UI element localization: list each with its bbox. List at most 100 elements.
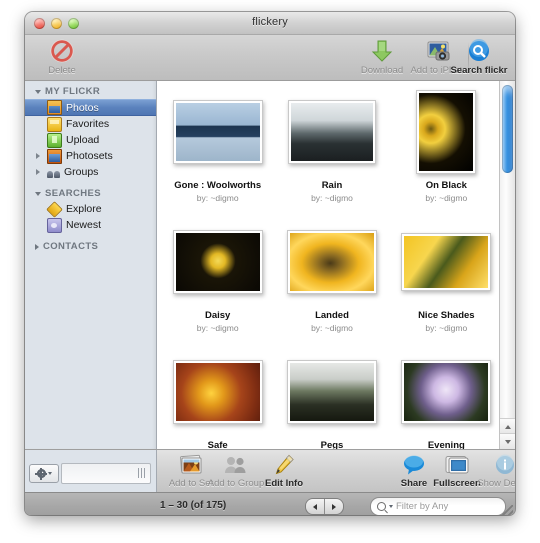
photo-cell[interactable]: Pegs — [278, 349, 385, 449]
scrollbar-thumb[interactable] — [502, 85, 513, 173]
photo-image — [175, 103, 260, 161]
filter-search-field[interactable]: Filter by Any — [370, 497, 506, 515]
sidebar-item-upload[interactable]: Upload — [25, 132, 156, 148]
gear-action-menu[interactable] — [29, 464, 59, 483]
thumbnail-container — [416, 89, 477, 175]
photo-image — [175, 363, 260, 421]
thumbnail-container — [172, 219, 263, 305]
pencil-icon — [273, 452, 295, 476]
resize-grip-icon[interactable] — [138, 468, 147, 478]
photo-thumbnail[interactable] — [172, 100, 263, 164]
sidebar-item-photos[interactable]: Photos — [25, 99, 156, 116]
vertical-scrollbar[interactable] — [499, 81, 515, 449]
photo-thumbnail[interactable] — [401, 360, 492, 424]
photo-title: Daisy — [204, 310, 231, 321]
photo-thumbnail[interactable] — [416, 90, 477, 174]
groups-icon — [47, 166, 60, 179]
photo-title: On Black — [425, 180, 467, 191]
delete-label: Delete — [48, 65, 76, 76]
photo-stack-icon — [178, 452, 204, 476]
photo-title: Rain — [321, 180, 343, 191]
sidebar-item-photosets[interactable]: Photosets — [25, 148, 156, 164]
chevron-up-icon — [504, 424, 511, 429]
sidebar-footer — [25, 450, 157, 492]
chevron-down-icon — [35, 89, 41, 94]
chevron-down-icon — [504, 439, 511, 444]
star-icon — [47, 116, 62, 132]
window-resize-grip[interactable] — [501, 505, 513, 515]
download-button[interactable]: Download — [351, 38, 413, 76]
fullscreen-icon — [444, 452, 470, 476]
thumbnail-container — [401, 219, 492, 305]
previous-page-button[interactable] — [306, 499, 324, 514]
photo-author: by: ~digmo — [311, 323, 353, 333]
photo-cell[interactable]: Safe — [164, 349, 271, 449]
photo-author: by: ~digmo — [425, 323, 468, 333]
photo-thumbnail[interactable] — [172, 230, 263, 294]
upload-icon — [47, 132, 62, 148]
delete-button[interactable]: Delete — [31, 38, 93, 76]
photo-thumbnail[interactable] — [286, 230, 377, 294]
chevron-left-icon — [313, 503, 317, 510]
sidebar-item-label: Newest — [66, 219, 102, 231]
thumbnail-container — [401, 349, 492, 435]
sidebar-item-label: Groups — [64, 166, 99, 178]
photo-image — [404, 236, 489, 288]
info-circle-icon — [494, 452, 515, 476]
scroll-up-button[interactable] — [500, 418, 515, 434]
thumbnail-container — [286, 219, 377, 305]
sidebar-item-label: Explore — [66, 203, 102, 215]
sidebar-group-label: MY FLICKR — [45, 86, 101, 97]
chevron-down-icon[interactable] — [389, 505, 393, 508]
photo-title: Nice Shades — [418, 310, 475, 321]
photo-cell[interactable]: Gone : Woolworths by: ~digmo — [164, 89, 271, 203]
next-page-button[interactable] — [324, 499, 343, 514]
photo-image — [290, 103, 373, 161]
sidebar-group-searches[interactable]: SEARCHES — [25, 180, 156, 201]
share-label: Share — [400, 478, 428, 489]
sidebar-item-favorites[interactable]: Favorites — [25, 116, 156, 132]
sidebar-filter-field[interactable] — [61, 463, 151, 484]
sidebar-item-explore[interactable]: Explore — [25, 200, 156, 218]
pagination-controls — [305, 498, 344, 515]
sidebar-group-my-flickr[interactable]: MY FLICKR — [25, 81, 156, 99]
photos-icon — [47, 100, 62, 115]
photo-thumbnail[interactable] — [172, 360, 263, 424]
sidebar-item-newest[interactable]: Newest — [25, 217, 156, 233]
photo-title: Landed — [315, 310, 349, 321]
show-details-button[interactable]: Show Details — [473, 452, 515, 489]
search-icon[interactable] — [377, 502, 386, 511]
download-label: Download — [360, 65, 404, 76]
chevron-right-icon — [35, 243, 39, 250]
photo-thumbnail[interactable] — [286, 360, 377, 424]
action-bar: Add to Set Add to Group Edit Info Share … — [25, 449, 515, 492]
chevron-down-icon — [47, 472, 52, 475]
photo-cell[interactable]: Evening — [393, 349, 500, 449]
window-titlebar[interactable]: flickery — [25, 12, 515, 35]
sidebar-group-contacts[interactable]: CONTACTS — [25, 233, 156, 254]
photo-cell[interactable]: Nice Shades by: ~digmo — [393, 219, 500, 333]
chevron-down-icon — [35, 191, 41, 196]
photo-cell[interactable]: Rain by: ~digmo — [278, 89, 385, 203]
chevron-right-icon[interactable] — [36, 169, 40, 175]
photoset-icon — [47, 148, 62, 164]
photo-author: by: ~digmo — [196, 193, 239, 203]
photo-image — [289, 363, 374, 421]
photo-cell[interactable]: Daisy by: ~digmo — [164, 219, 271, 333]
sidebar[interactable]: MY FLICKR Photos Favorites Upload Photos… — [25, 81, 157, 449]
search-flickr-button[interactable]: Search flickr — [448, 38, 510, 76]
sidebar-item-groups[interactable]: Groups — [25, 164, 156, 180]
photo-image — [404, 363, 489, 421]
photo-thumbnail[interactable] — [401, 233, 492, 291]
scrollbar-arrows — [500, 418, 515, 449]
sidebar-item-label: Photosets — [66, 150, 113, 162]
search-flickr-label: Search flickr — [450, 65, 508, 76]
edit-info-button[interactable]: Edit Info — [252, 452, 316, 489]
photo-row: Safe Pegs Evening — [157, 349, 500, 449]
photo-thumbnail[interactable] — [287, 100, 376, 164]
chevron-right-icon[interactable] — [36, 153, 40, 159]
delete-prohibit-icon — [50, 38, 74, 64]
scroll-down-button[interactable] — [500, 433, 515, 449]
photo-cell[interactable]: Landed by: ~digmo — [278, 219, 385, 333]
photo-cell[interactable]: On Black by: ~digmo — [393, 89, 500, 203]
